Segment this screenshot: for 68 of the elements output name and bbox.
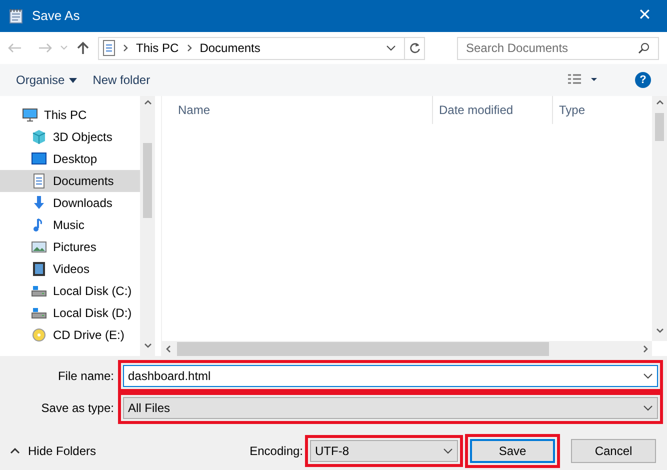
- sidebar-item[interactable]: Music: [0, 214, 140, 236]
- picture-icon: [31, 239, 47, 255]
- file-name-label: File name:: [56, 368, 115, 385]
- chevron-down-icon[interactable]: [386, 45, 396, 51]
- encoding-label: Encoding:: [250, 443, 304, 460]
- chevron-up-icon[interactable]: [144, 100, 152, 105]
- chevron-up-icon: [10, 448, 20, 454]
- chevron-down-icon[interactable]: [643, 405, 653, 411]
- scrollbar-thumb[interactable]: [143, 143, 152, 218]
- chevron-right-icon[interactable]: [643, 344, 648, 352]
- caret-icon: [68, 78, 77, 82]
- scrollbar[interactable]: [652, 96, 667, 341]
- scrollbar-thumb[interactable]: [177, 342, 549, 356]
- hide-folders-button[interactable]: Hide Folders: [2, 442, 96, 460]
- organise-button[interactable]: Organise: [16, 71, 77, 89]
- column-header[interactable]: Date modified: [439, 101, 514, 119]
- view-options-icon[interactable]: [567, 74, 599, 86]
- document-icon: [103, 40, 115, 56]
- encoding-dropdown[interactable]: UTF-8: [310, 440, 458, 462]
- window-title: Save As: [32, 7, 80, 26]
- address-bar[interactable]: This PC Documents: [98, 36, 425, 60]
- computer-icon: [22, 107, 38, 123]
- scrollbar[interactable]: [162, 341, 652, 356]
- sidebar-item[interactable]: Local Disk (C:): [0, 280, 140, 302]
- chevron-down-icon[interactable]: [656, 328, 664, 333]
- disk-drive-icon: [31, 305, 47, 321]
- scrollbar-thumb[interactable]: [655, 113, 664, 141]
- sidebar-item[interactable]: Pictures: [0, 236, 140, 258]
- chevron-down-icon[interactable]: [144, 343, 152, 348]
- search-icon: [638, 42, 650, 54]
- sidebar-item[interactable]: This PC: [0, 104, 140, 126]
- file-name-field[interactable]: dashboard.html: [123, 365, 658, 387]
- chevron-down-icon[interactable]: [643, 373, 653, 379]
- refresh-icon[interactable]: [408, 42, 420, 54]
- scrollbar[interactable]: [140, 96, 155, 356]
- cancel-button[interactable]: Cancel: [571, 439, 656, 463]
- sidebar-item[interactable]: Videos: [0, 258, 140, 280]
- column-header[interactable]: Type: [559, 101, 586, 119]
- close-button[interactable]: ✕: [630, 4, 659, 28]
- film-icon: [31, 261, 47, 277]
- cube-icon: [31, 129, 47, 145]
- desktop-icon: [31, 151, 47, 167]
- breadcrumb-item[interactable]: This PC: [136, 39, 179, 57]
- sidebar-item[interactable]: Documents: [0, 170, 140, 192]
- search-field[interactable]: Search Documents: [457, 36, 659, 60]
- save-button[interactable]: Save: [470, 439, 555, 463]
- document-icon: [31, 173, 47, 189]
- sidebar-item[interactable]: Local Disk (D:): [0, 302, 140, 324]
- download-arrow-icon: [31, 195, 47, 211]
- chevron-up-icon[interactable]: [656, 100, 664, 105]
- save-as-type-label: Save as type:: [40, 400, 115, 417]
- sidebar-item[interactable]: Desktop: [0, 148, 140, 170]
- sidebar-item[interactable]: CD Drive (E:): [0, 324, 140, 346]
- disc-icon: [31, 327, 47, 343]
- notepad-icon: [8, 8, 24, 24]
- chevron-right-icon[interactable]: [186, 44, 192, 52]
- chevron-right-icon[interactable]: [123, 44, 128, 52]
- up-arrow-icon[interactable]: [76, 41, 90, 55]
- new-folder-button[interactable]: New folder: [92, 71, 150, 89]
- disk-drive-icon: [31, 283, 47, 299]
- sidebar-item[interactable]: 3D Objects: [0, 126, 140, 148]
- chevron-left-icon[interactable]: [166, 344, 171, 352]
- breadcrumb-item[interactable]: Documents: [200, 39, 260, 57]
- save-as-type-dropdown[interactable]: All Files: [123, 397, 658, 419]
- chevron-down-icon[interactable]: [443, 448, 453, 454]
- help-button[interactable]: ?: [635, 72, 651, 88]
- column-header[interactable]: Name: [178, 101, 210, 119]
- sidebar-item[interactable]: Downloads: [0, 192, 140, 214]
